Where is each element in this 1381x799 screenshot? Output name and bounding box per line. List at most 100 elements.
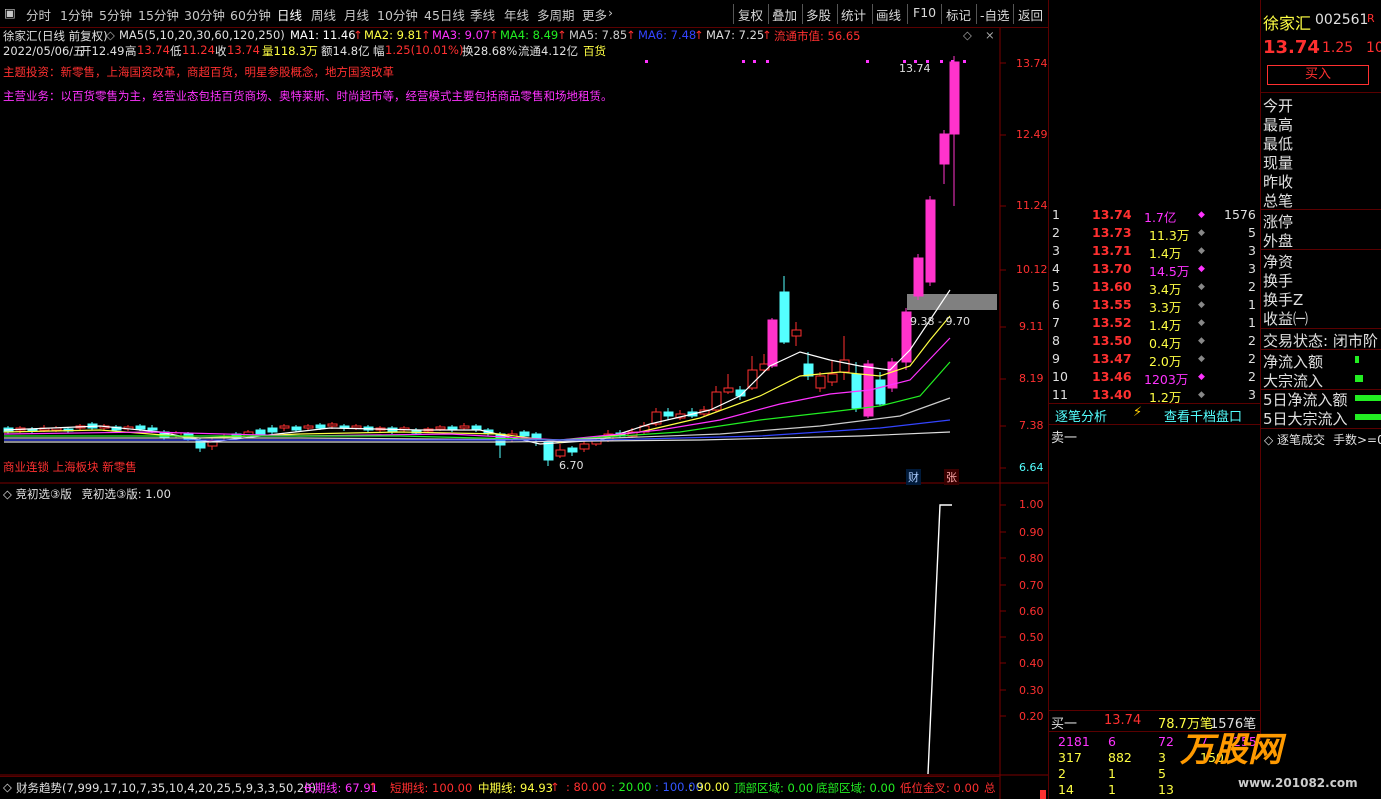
orderbook-row[interactable]: 9 13.47 2.0万 ◆ 2 <box>1052 351 1260 369</box>
orderbook-row[interactable]: 4 13.70 14.5万 ◆ 3 <box>1052 261 1260 279</box>
indicator-axis-label: 1.00 <box>1019 498 1044 511</box>
orderbook-row[interactable]: 5 13.60 3.4万 ◆ 2 <box>1052 279 1260 297</box>
tick-trade-tab[interactable]: ◇ 逐笔成交 <box>1264 431 1325 448</box>
ma4-value: MA4: 8.49 <box>500 28 559 42</box>
dot-icon: ◆ <box>1198 336 1205 346</box>
orderbook-index: 4 <box>1052 261 1060 276</box>
candle[interactable] <box>27 427 38 433</box>
formula-name[interactable]: 财务趋势(7,999,17,10,7,35,10,4,20,25,5,9,3,3… <box>16 780 316 796</box>
margin-mark: R <box>1367 12 1375 25</box>
limit-up-marker[interactable]: 张 <box>944 469 959 485</box>
kline-chart[interactable] <box>0 0 1048 799</box>
candle[interactable] <box>267 425 278 434</box>
expand-icon[interactable]: ◇ <box>3 780 12 794</box>
buy-queue-cell: 2 <box>1058 766 1066 781</box>
float-cap-value: 流通市值: 56.65 <box>774 29 861 43</box>
orderbook-row[interactable]: 10 13.46 1203万 ◆ 2 <box>1052 369 1260 387</box>
dot-icon: ◆ <box>1198 228 1205 238</box>
buy-queue-cell: 13 <box>1158 782 1174 797</box>
orderbook-price: 13.55 <box>1092 297 1132 312</box>
close-icon[interactable]: × <box>985 28 995 42</box>
price-axis-label: 12.49 <box>1016 128 1048 141</box>
orderbook-volume: 0.4万 <box>1149 336 1182 351</box>
buy-button[interactable]: 买入 <box>1267 65 1369 85</box>
orderbook-index: 11 <box>1052 387 1068 402</box>
buy-queue-cell: 5 <box>1158 766 1166 781</box>
candle[interactable] <box>471 424 482 432</box>
candle[interactable] <box>925 196 936 286</box>
candle[interactable] <box>279 424 290 431</box>
buy1-price: 13.74 <box>1104 713 1142 728</box>
candlestick-series <box>3 56 960 466</box>
orderbook-row[interactable]: 2 13.73 11.3万 ◆ 5 <box>1052 225 1260 243</box>
concept-tags[interactable]: 商业连锁 上海板块 新零售 <box>3 459 137 475</box>
candle[interactable] <box>675 410 686 420</box>
lightning-icon: ⚡ <box>1133 405 1143 420</box>
indicator-series <box>927 504 952 775</box>
flow-bar <box>1355 414 1381 420</box>
stat-label: 外盘 <box>1263 232 1294 250</box>
orderbook-count: 2 <box>1248 333 1256 348</box>
candle[interactable] <box>939 130 950 184</box>
min-price-label: 6.70 <box>559 459 584 472</box>
price-axis-label: 8.19 <box>1019 372 1044 385</box>
expand-icon[interactable]: ◇ <box>3 487 16 501</box>
candle[interactable] <box>791 322 802 346</box>
candle[interactable] <box>779 276 790 344</box>
orderbook-index: 6 <box>1052 297 1060 312</box>
hands-filter[interactable]: 手数>=0 <box>1333 431 1381 448</box>
volume-value: 量118.3万 <box>262 44 318 58</box>
orderbook-row[interactable]: 8 13.50 0.4万 ◆ 2 <box>1052 333 1260 351</box>
collapse-icon[interactable]: ◇ <box>106 28 115 42</box>
tick-analysis-tab[interactable]: 逐笔分析 <box>1055 406 1107 425</box>
orderbook-volume: 3.3万 <box>1149 300 1182 315</box>
finance-marker[interactable]: 财 <box>906 469 921 485</box>
candle[interactable] <box>447 425 458 432</box>
flow-bar <box>1355 395 1381 401</box>
candle[interactable] <box>767 318 778 368</box>
indicator-axis-label: 0.80 <box>1019 552 1044 565</box>
price-axis-label: 11.24 <box>1016 199 1048 212</box>
indicator-name[interactable]: 竞初选③版 <box>16 487 72 501</box>
candle[interactable] <box>913 254 924 300</box>
candle[interactable] <box>851 362 862 412</box>
price-axis-label: 9.11 <box>1019 320 1044 333</box>
buy-queue-cell: 317 <box>1058 750 1082 765</box>
orderbook-price: 13.74 <box>1092 207 1132 222</box>
orderbook-count: 2 <box>1248 369 1256 384</box>
buy1-label: 买一 <box>1051 717 1078 732</box>
stat-label: 总笔 <box>1263 192 1294 210</box>
stat-label: 今开 <box>1263 97 1294 115</box>
float-shares-value: 流通4.12亿 <box>518 44 579 58</box>
candle[interactable] <box>875 372 886 406</box>
diamond-icon[interactable]: ◇ <box>963 28 972 42</box>
orderbook-row[interactable]: 3 13.71 1.4万 ◆ 3 <box>1052 243 1260 261</box>
depth-view-tab[interactable]: 查看千档盘口 <box>1164 406 1242 425</box>
stat-label: 最低 <box>1263 135 1294 153</box>
candle[interactable] <box>747 356 758 390</box>
orderbook-price: 13.71 <box>1092 243 1132 258</box>
candle[interactable] <box>555 444 566 458</box>
indicator-axis-label: 0.90 <box>1019 526 1044 539</box>
scroll-marker[interactable] <box>1040 790 1046 799</box>
candle[interactable] <box>567 446 578 456</box>
app-window: ▣ 分时 1分钟 5分钟 15分钟 30分钟 60分钟 日线 周线 月线 10分… <box>0 0 1381 799</box>
orderbook-count: 1 <box>1248 297 1256 312</box>
candle[interactable] <box>339 424 350 431</box>
candle[interactable] <box>459 423 470 430</box>
candle[interactable] <box>723 374 734 394</box>
stat-label: 涨停 <box>1263 213 1294 231</box>
orderbook-count: 2 <box>1248 351 1256 366</box>
candle[interactable] <box>663 408 674 420</box>
orderbook-count: 1576 <box>1224 207 1256 222</box>
orderbook-row[interactable]: 6 13.55 3.3万 ◆ 1 <box>1052 297 1260 315</box>
orderbook-row[interactable]: 7 13.52 1.4万 ◆ 1 <box>1052 315 1260 333</box>
orderbook-index: 3 <box>1052 243 1060 258</box>
candle[interactable] <box>815 372 826 392</box>
expand-icon[interactable]: ◇ <box>1264 433 1277 447</box>
candle[interactable] <box>949 56 960 206</box>
candle[interactable] <box>839 336 850 380</box>
orderbook-index: 2 <box>1052 225 1060 240</box>
orderbook-row[interactable]: 1 13.74 1.7亿 ◆ 1576 <box>1052 207 1260 225</box>
candle[interactable] <box>887 358 898 392</box>
